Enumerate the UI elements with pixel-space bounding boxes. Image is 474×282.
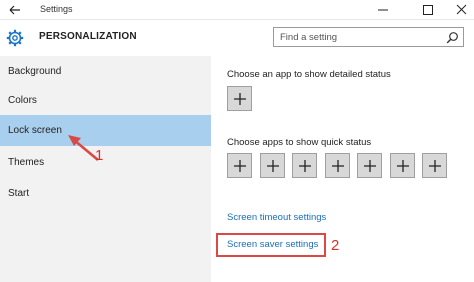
page-header: PERSONALIZATION <box>0 20 474 56</box>
minimize-icon[interactable] <box>373 2 393 18</box>
page-title: PERSONALIZATION <box>39 31 137 42</box>
gear-icon <box>6 29 24 47</box>
quick-status-add-button[interactable] <box>227 153 252 178</box>
search-input[interactable] <box>280 29 440 45</box>
sidebar-item-colors[interactable]: Colors <box>0 85 211 116</box>
quick-status-add-button[interactable] <box>292 153 317 178</box>
annotation-highlight-box <box>216 233 326 257</box>
sidebar: Background Colors Lock screen Themes Sta… <box>0 56 211 282</box>
plus-icon <box>429 160 441 172</box>
detailed-status-label: Choose an app to show detailed status <box>227 69 391 80</box>
quick-status-add-button[interactable] <box>357 153 382 178</box>
sidebar-item-themes[interactable]: Themes <box>0 147 211 178</box>
sidebar-item-label: Background <box>8 66 62 77</box>
sidebar-item-label: Colors <box>8 95 37 106</box>
plus-icon <box>364 160 376 172</box>
sidebar-item-label: Lock screen <box>8 125 62 136</box>
plus-icon <box>266 160 279 172</box>
screen-timeout-link[interactable]: Screen timeout settings <box>227 212 326 223</box>
quick-status-add-button[interactable] <box>259 153 285 178</box>
plus-icon <box>396 160 409 172</box>
annotation-marker-2: 2 <box>331 237 340 254</box>
detailed-status-add-button[interactable] <box>227 86 252 111</box>
sidebar-item-label: Start <box>8 188 30 199</box>
sidebar-item-label: Themes <box>8 157 45 168</box>
quick-status-add-button[interactable] <box>389 153 415 178</box>
search-icon[interactable] <box>446 31 459 44</box>
quick-status-label: Choose apps to show quick status <box>227 137 372 148</box>
quick-status-add-button[interactable] <box>324 153 350 178</box>
plus-icon <box>331 160 344 172</box>
plus-icon <box>299 160 311 172</box>
back-arrow-icon[interactable] <box>6 2 26 18</box>
title-bar: Settings <box>0 0 474 20</box>
maximize-icon[interactable] <box>418 2 438 18</box>
plus-icon <box>234 160 246 172</box>
window-title: Settings <box>40 4 73 14</box>
sidebar-item-background[interactable]: Background <box>0 56 211 87</box>
plus-icon <box>234 93 246 105</box>
sidebar-item-lock-screen[interactable]: Lock screen <box>0 115 211 146</box>
close-icon[interactable] <box>452 2 472 18</box>
sidebar-item-start[interactable]: Start <box>0 178 211 209</box>
annotation-marker-1: 1 <box>95 147 104 164</box>
quick-status-add-button[interactable] <box>422 153 447 178</box>
search-box[interactable] <box>273 27 464 47</box>
